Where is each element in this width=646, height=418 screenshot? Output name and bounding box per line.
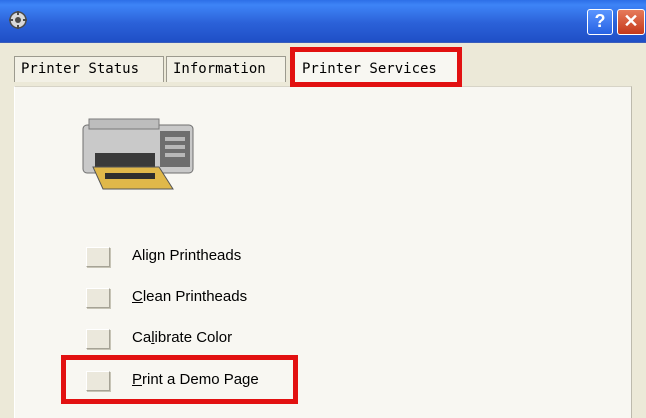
calibrate-color-label: Calibrate Color <box>132 329 233 346</box>
align-printheads-label: Align Printheads <box>132 247 242 264</box>
help-button[interactable]: ? <box>587 9 613 35</box>
printer-gear-icon <box>9 11 27 29</box>
title-bar: ? ✕ <box>0 0 646 43</box>
demo-page-highlight <box>61 355 298 404</box>
printer-image <box>82 118 194 190</box>
clean-printheads-label: Clean Printheads <box>132 288 248 305</box>
tab-printer-status[interactable]: Printer Status <box>14 56 164 82</box>
tab-information[interactable]: Information <box>166 56 286 82</box>
calibrate-color-button[interactable] <box>86 329 110 349</box>
align-printheads-button[interactable] <box>86 247 110 267</box>
tab-printer-services[interactable]: Printer Services <box>290 47 462 87</box>
close-button[interactable]: ✕ <box>617 9 645 35</box>
clean-printheads-button[interactable] <box>86 288 110 308</box>
